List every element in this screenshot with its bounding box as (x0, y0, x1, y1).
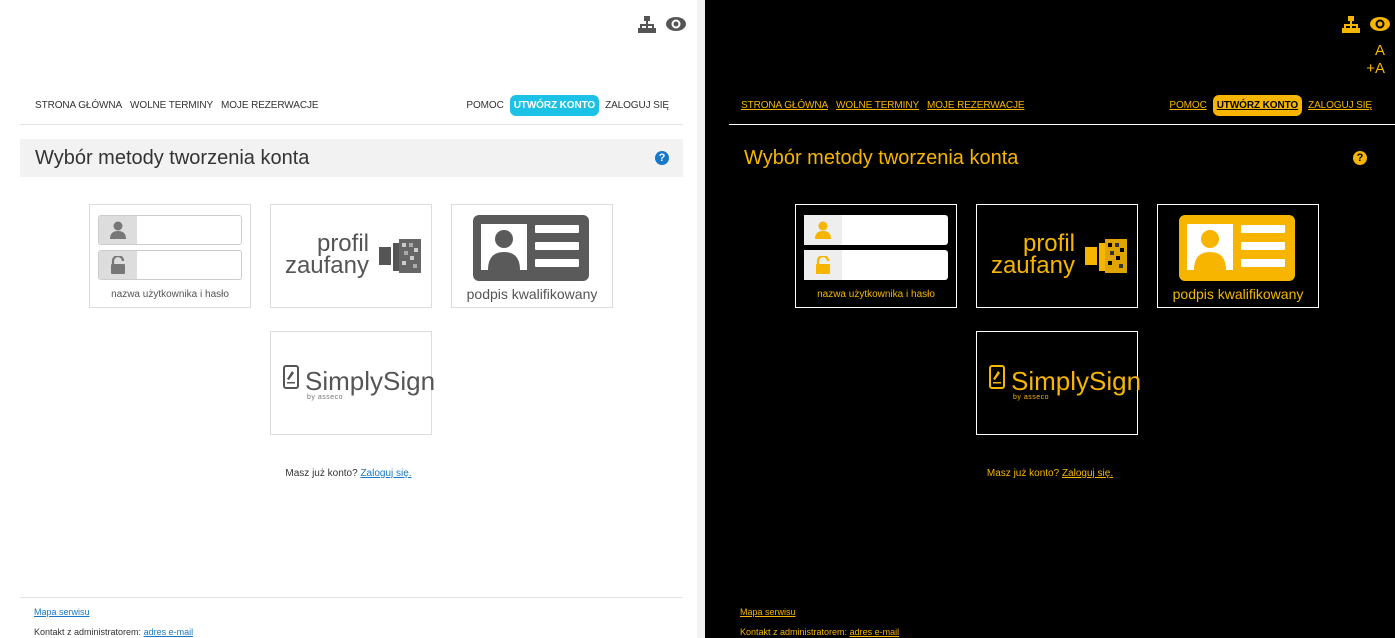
username-field-graphic (804, 215, 948, 245)
page-title: Wybór metody tworzenia konta (35, 146, 310, 169)
phone-icon (283, 365, 299, 389)
footer-contact: Kontakt z administratorem: adres e-mail (740, 627, 899, 637)
nav-free-slots[interactable]: WOLNE TERMINY (836, 100, 919, 111)
password-field-graphic (804, 250, 948, 280)
font-size-normal-button[interactable]: A (1375, 42, 1385, 60)
toolbar (1341, 14, 1390, 34)
zaufany-word: zaufany (990, 252, 1075, 279)
sitemap-icon[interactable] (637, 14, 657, 34)
user-icon (99, 216, 137, 244)
nav-divider (729, 124, 1395, 125)
simplysign-by: by asseco (307, 394, 344, 401)
method-qualified-signature[interactable]: podpis kwalifikowany (1157, 204, 1319, 308)
login-prompt: Masz już konto? Zaloguj się. (705, 468, 1395, 479)
method-simplysign[interactable]: SimplySign by asseco (976, 331, 1142, 435)
nav-help[interactable]: POMOC (466, 100, 503, 111)
page-title-bar: Wybór metody tworzenia konta ? (729, 139, 1381, 177)
contact-text: Kontakt z administratorem: (34, 627, 142, 637)
id-card-icon (473, 215, 589, 281)
page-title-bar: Wybór metody tworzenia konta ? (20, 139, 683, 177)
contact-text: Kontakt z administratorem: (740, 627, 848, 637)
main-nav: STRONA GŁÓWNA WOLNE TERMINY MOJE REZERWA… (741, 93, 1032, 117)
login-link[interactable]: Zaloguj się. (1062, 468, 1113, 479)
zaufany-word: zaufany (284, 252, 369, 279)
contact-email-link[interactable]: adres e-mail (850, 627, 900, 637)
contact-email-link[interactable]: adres e-mail (144, 627, 194, 637)
method-qualified-signature[interactable]: podpis kwalifikowany (451, 204, 613, 308)
method-simplysign[interactable]: SimplySign by asseco (270, 331, 436, 435)
main-nav: STRONA GŁÓWNA WOLNE TERMINY MOJE REZERWA… (35, 93, 326, 117)
font-size-larger-button[interactable]: +A (1366, 60, 1385, 78)
method-username-password[interactable]: nazwa użytkownika i hasło (89, 204, 251, 308)
method-profil-zaufany[interactable]: profil zaufany (976, 204, 1138, 308)
profil-zaufany-logo: profil zaufany (279, 232, 369, 279)
light-theme-pane: STRONA GŁÓWNA WOLNE TERMINY MOJE REZERWA… (0, 0, 697, 638)
nav-login[interactable]: ZALOGUJ SIĘ (605, 100, 669, 111)
login-prompt-text: Masz już konto? (986, 468, 1060, 479)
sitemap-link[interactable]: Mapa serwisu (740, 607, 796, 617)
simplysign-logo: SimplySign (1011, 366, 1142, 396)
eye-icon[interactable] (665, 14, 686, 34)
toolbar (637, 14, 686, 34)
footer-contact: Kontakt z administratorem: adres e-mail (34, 627, 193, 637)
method-label: podpis kwalifikowany (1172, 286, 1304, 302)
profil-zaufany-emblem-icon (379, 239, 421, 273)
footer-sitemap: Mapa serwisu (740, 607, 796, 617)
nav-divider (20, 124, 683, 125)
nav-login[interactable]: ZALOGUJ SIĘ (1308, 100, 1372, 111)
nav-free-slots[interactable]: WOLNE TERMINY (130, 100, 213, 111)
method-label: nazwa użytkownika i hasło (817, 289, 935, 300)
login-link[interactable]: Zaloguj się. (360, 468, 411, 479)
create-account-button[interactable]: UTWÓRZ KONTO (509, 94, 600, 116)
nav-home[interactable]: STRONA GŁÓWNA (35, 100, 122, 111)
user-nav: POMOC UTWÓRZ KONTO ZALOGUJ SIĘ (1163, 93, 1372, 117)
method-label: podpis kwalifikowany (466, 286, 598, 302)
method-profil-zaufany[interactable]: profil zaufany (270, 204, 432, 308)
nav-my-reservations[interactable]: MOJE REZERWACJE (221, 100, 319, 111)
sitemap-icon[interactable] (1341, 14, 1361, 34)
password-field-graphic (98, 250, 242, 280)
method-username-password[interactable]: nazwa użytkownika i hasło (795, 204, 957, 308)
username-field-graphic (98, 215, 242, 245)
lock-icon (99, 251, 137, 279)
help-icon[interactable]: ? (1353, 151, 1367, 165)
sitemap-link[interactable]: Mapa serwisu (34, 607, 90, 617)
page-title: Wybór metody tworzenia konta (744, 146, 1019, 169)
user-icon (804, 215, 842, 245)
phone-icon (989, 365, 1005, 389)
lock-icon (804, 250, 842, 280)
help-icon[interactable]: ? (655, 151, 669, 165)
nav-my-reservations[interactable]: MOJE REZERWACJE (927, 100, 1025, 111)
login-prompt: Masz już konto? Zaloguj się. (0, 468, 697, 479)
profil-zaufany-logo: profil zaufany (985, 232, 1075, 279)
pane-divider (697, 0, 705, 638)
nav-help[interactable]: POMOC (1169, 100, 1206, 111)
create-account-button[interactable]: UTWÓRZ KONTO (1212, 94, 1303, 116)
simplysign-logo: SimplySign (305, 366, 436, 396)
method-label: nazwa użytkownika i hasło (111, 289, 229, 300)
footer-divider (20, 597, 683, 598)
login-prompt-text: Masz już konto? (285, 468, 358, 479)
high-contrast-pane: A +A STRONA GŁÓWNA WOLNE TERMINY MOJE RE… (705, 0, 1395, 638)
nav-home[interactable]: STRONA GŁÓWNA (741, 100, 828, 111)
id-card-icon (1179, 215, 1295, 281)
simplysign-by: by asseco (1013, 394, 1050, 401)
profil-zaufany-emblem-icon (1085, 239, 1127, 273)
user-nav: POMOC UTWÓRZ KONTO ZALOGUJ SIĘ (460, 93, 669, 117)
eye-icon[interactable] (1369, 14, 1390, 34)
footer-sitemap: Mapa serwisu (34, 607, 90, 617)
